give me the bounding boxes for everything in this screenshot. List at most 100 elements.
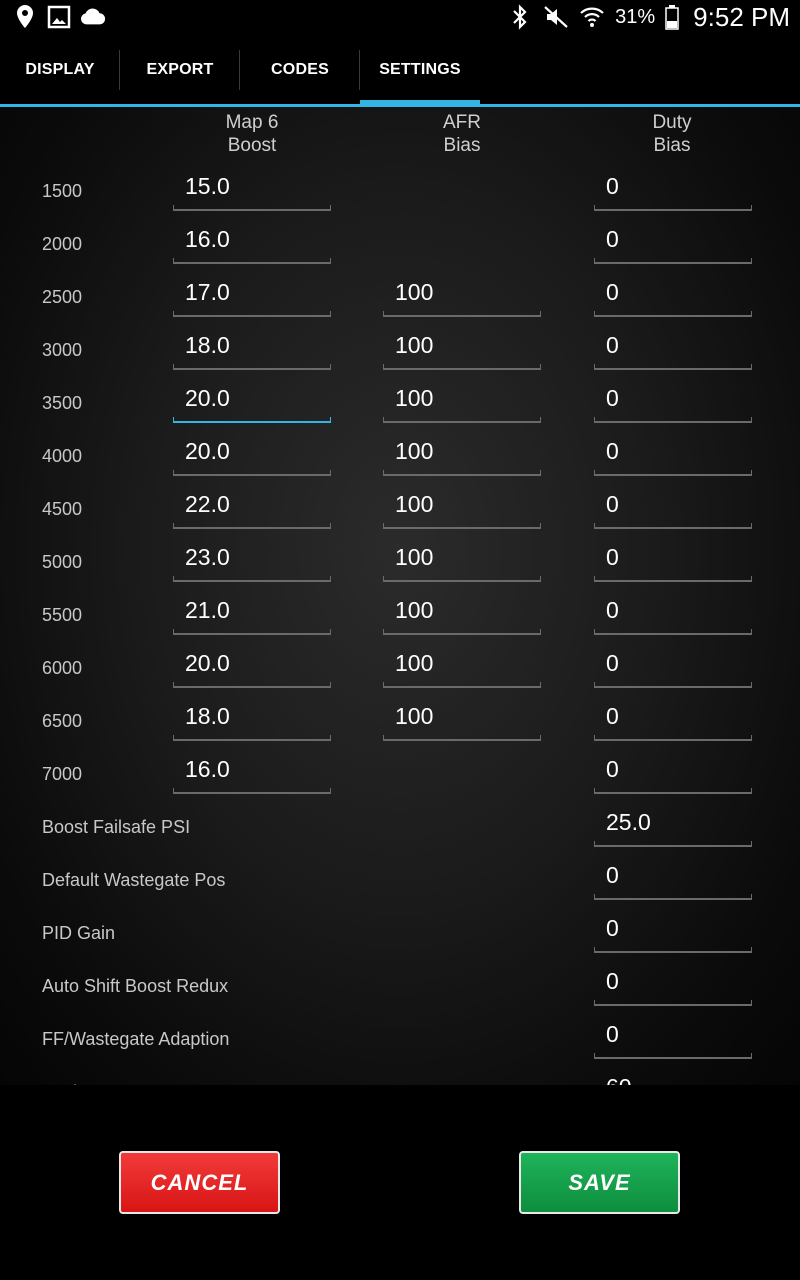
setting-row: Boost Failsafe PSI 25.0	[0, 807, 800, 860]
setting-row: Fuel Open Loop60	[0, 1072, 800, 1085]
duty-bias-input[interactable]: 0	[594, 595, 752, 635]
boost-input[interactable]: 20.0	[173, 648, 331, 688]
table-row: 5000 23.0 100 0	[0, 542, 800, 595]
table-row: 3500 20.0 100 0	[0, 383, 800, 436]
duty-bias-input[interactable]: 0	[594, 701, 752, 741]
field-value: 60	[606, 1074, 632, 1085]
field-underline	[594, 629, 752, 635]
boost-input[interactable]: 16.0	[173, 754, 331, 794]
tab-settings[interactable]: SETTINGS	[360, 34, 480, 106]
duty-bias-input[interactable]: 0	[594, 542, 752, 582]
tab-export[interactable]: EXPORT	[120, 34, 240, 106]
rpm-label: 6000	[42, 658, 83, 678]
cancel-button[interactable]: CANCEL	[119, 1151, 280, 1214]
setting-value-input[interactable]: 0	[594, 966, 752, 1006]
field-value: 0	[606, 438, 619, 464]
field-underline	[594, 894, 752, 900]
setting-value-input[interactable]: 0	[594, 860, 752, 900]
table-row: 5500 21.0 100 0	[0, 595, 800, 648]
field-value: 0	[606, 703, 619, 729]
field-underline	[383, 364, 541, 370]
rpm-label: 4000	[42, 446, 83, 466]
field-value: 0	[606, 862, 619, 888]
tab-label: SETTINGS	[379, 61, 461, 78]
field-value: 0	[606, 226, 619, 252]
boost-input[interactable]: 16.0	[173, 224, 331, 264]
afr-bias-input[interactable]: 100	[383, 277, 541, 317]
field-underline	[383, 735, 541, 741]
field-value: 20.0	[185, 438, 230, 464]
duty-bias-input[interactable]: 0	[594, 489, 752, 529]
setting-value-input[interactable]: 25.0	[594, 807, 752, 847]
duty-bias-input[interactable]: 0	[594, 330, 752, 370]
setting-value-input[interactable]: 0	[594, 913, 752, 953]
duty-bias-input[interactable]: 0	[594, 171, 752, 211]
afr-bias-input[interactable]: 100	[383, 595, 541, 635]
boost-input[interactable]: 20.0	[173, 383, 331, 423]
afr-bias-input[interactable]: 100	[383, 436, 541, 476]
field-underline	[173, 788, 331, 794]
field-value: 0	[606, 385, 619, 411]
boost-input[interactable]: 22.0	[173, 489, 331, 529]
boost-input[interactable]: 21.0	[173, 595, 331, 635]
image-icon	[46, 4, 72, 30]
afr-bias-input[interactable]: 100	[383, 489, 541, 529]
field-value: 20.0	[185, 650, 230, 676]
rpm-label: 3000	[42, 340, 83, 360]
duty-bias-input[interactable]: 0	[594, 224, 752, 264]
field-value: 100	[395, 650, 434, 676]
header-line: Bias	[443, 135, 481, 156]
field-value: 0	[606, 915, 619, 941]
field-underline	[173, 205, 331, 211]
field-underline	[594, 470, 752, 476]
field-underline	[383, 576, 541, 582]
setting-row: Auto Shift Boost Redux 0	[0, 966, 800, 1019]
afr-bias-input[interactable]: 100	[383, 648, 541, 688]
boost-input[interactable]: 20.0	[173, 436, 331, 476]
tab-display[interactable]: DISPLAY	[0, 34, 120, 106]
rpm-label: 1500	[42, 181, 83, 201]
tab-label: CODES	[271, 61, 329, 78]
afr-bias-input[interactable]: 100	[383, 701, 541, 741]
boost-input[interactable]: 18.0	[173, 701, 331, 741]
setting-value-input[interactable]: 0	[594, 1019, 752, 1059]
field-underline	[594, 364, 752, 370]
boost-input[interactable]: 18.0	[173, 330, 331, 370]
afr-bias-input[interactable]: 100	[383, 383, 541, 423]
setting-value-input[interactable]: 60	[594, 1072, 752, 1085]
battery-percent: 31%	[615, 5, 656, 28]
rpm-label: 5000	[42, 552, 83, 572]
duty-bias-input[interactable]: 0	[594, 436, 752, 476]
boost-input[interactable]: 17.0	[173, 277, 331, 317]
field-underline	[594, 417, 752, 423]
settings-scroll-area[interactable]: Map 6 Boost AFR Bias Duty Bias 1500 15.0 0…	[0, 107, 800, 1085]
status-right: 31% 9:52 PM	[507, 0, 790, 34]
tab-codes[interactable]: CODES	[240, 34, 360, 106]
duty-bias-input[interactable]: 0	[594, 648, 752, 688]
boost-input[interactable]: 15.0	[173, 171, 331, 211]
field-underline	[173, 417, 331, 423]
afr-bias-input[interactable]: 100	[383, 330, 541, 370]
setting-row: Default Wastegate Pos 0	[0, 860, 800, 913]
duty-bias-input[interactable]: 0	[594, 754, 752, 794]
field-underline	[594, 1053, 752, 1059]
field-underline	[594, 311, 752, 317]
field-underline	[594, 205, 752, 211]
duty-bias-input[interactable]: 0	[594, 383, 752, 423]
boost-input[interactable]: 23.0	[173, 542, 331, 582]
field-underline	[594, 258, 752, 264]
header-map6-boost: Map 6 Boost	[172, 111, 332, 157]
table-row: 2500 17.0 100 0	[0, 277, 800, 330]
field-value: 0	[606, 332, 619, 358]
afr-bias-input[interactable]: 100	[383, 542, 541, 582]
table-row: 3000 18.0 100 0	[0, 330, 800, 383]
save-button[interactable]: SAVE	[519, 1151, 680, 1214]
field-underline	[594, 735, 752, 741]
table-row: 4500 22.0 100 0	[0, 489, 800, 542]
tab-bar: DISPLAY EXPORT CODES SETTINGS	[0, 34, 800, 106]
field-value: 0	[606, 1021, 619, 1047]
header-line: Boost	[227, 135, 277, 156]
rpm-label: 2500	[42, 287, 83, 307]
duty-bias-input[interactable]: 0	[594, 277, 752, 317]
table-row: 7000 16.0 0	[0, 754, 800, 807]
